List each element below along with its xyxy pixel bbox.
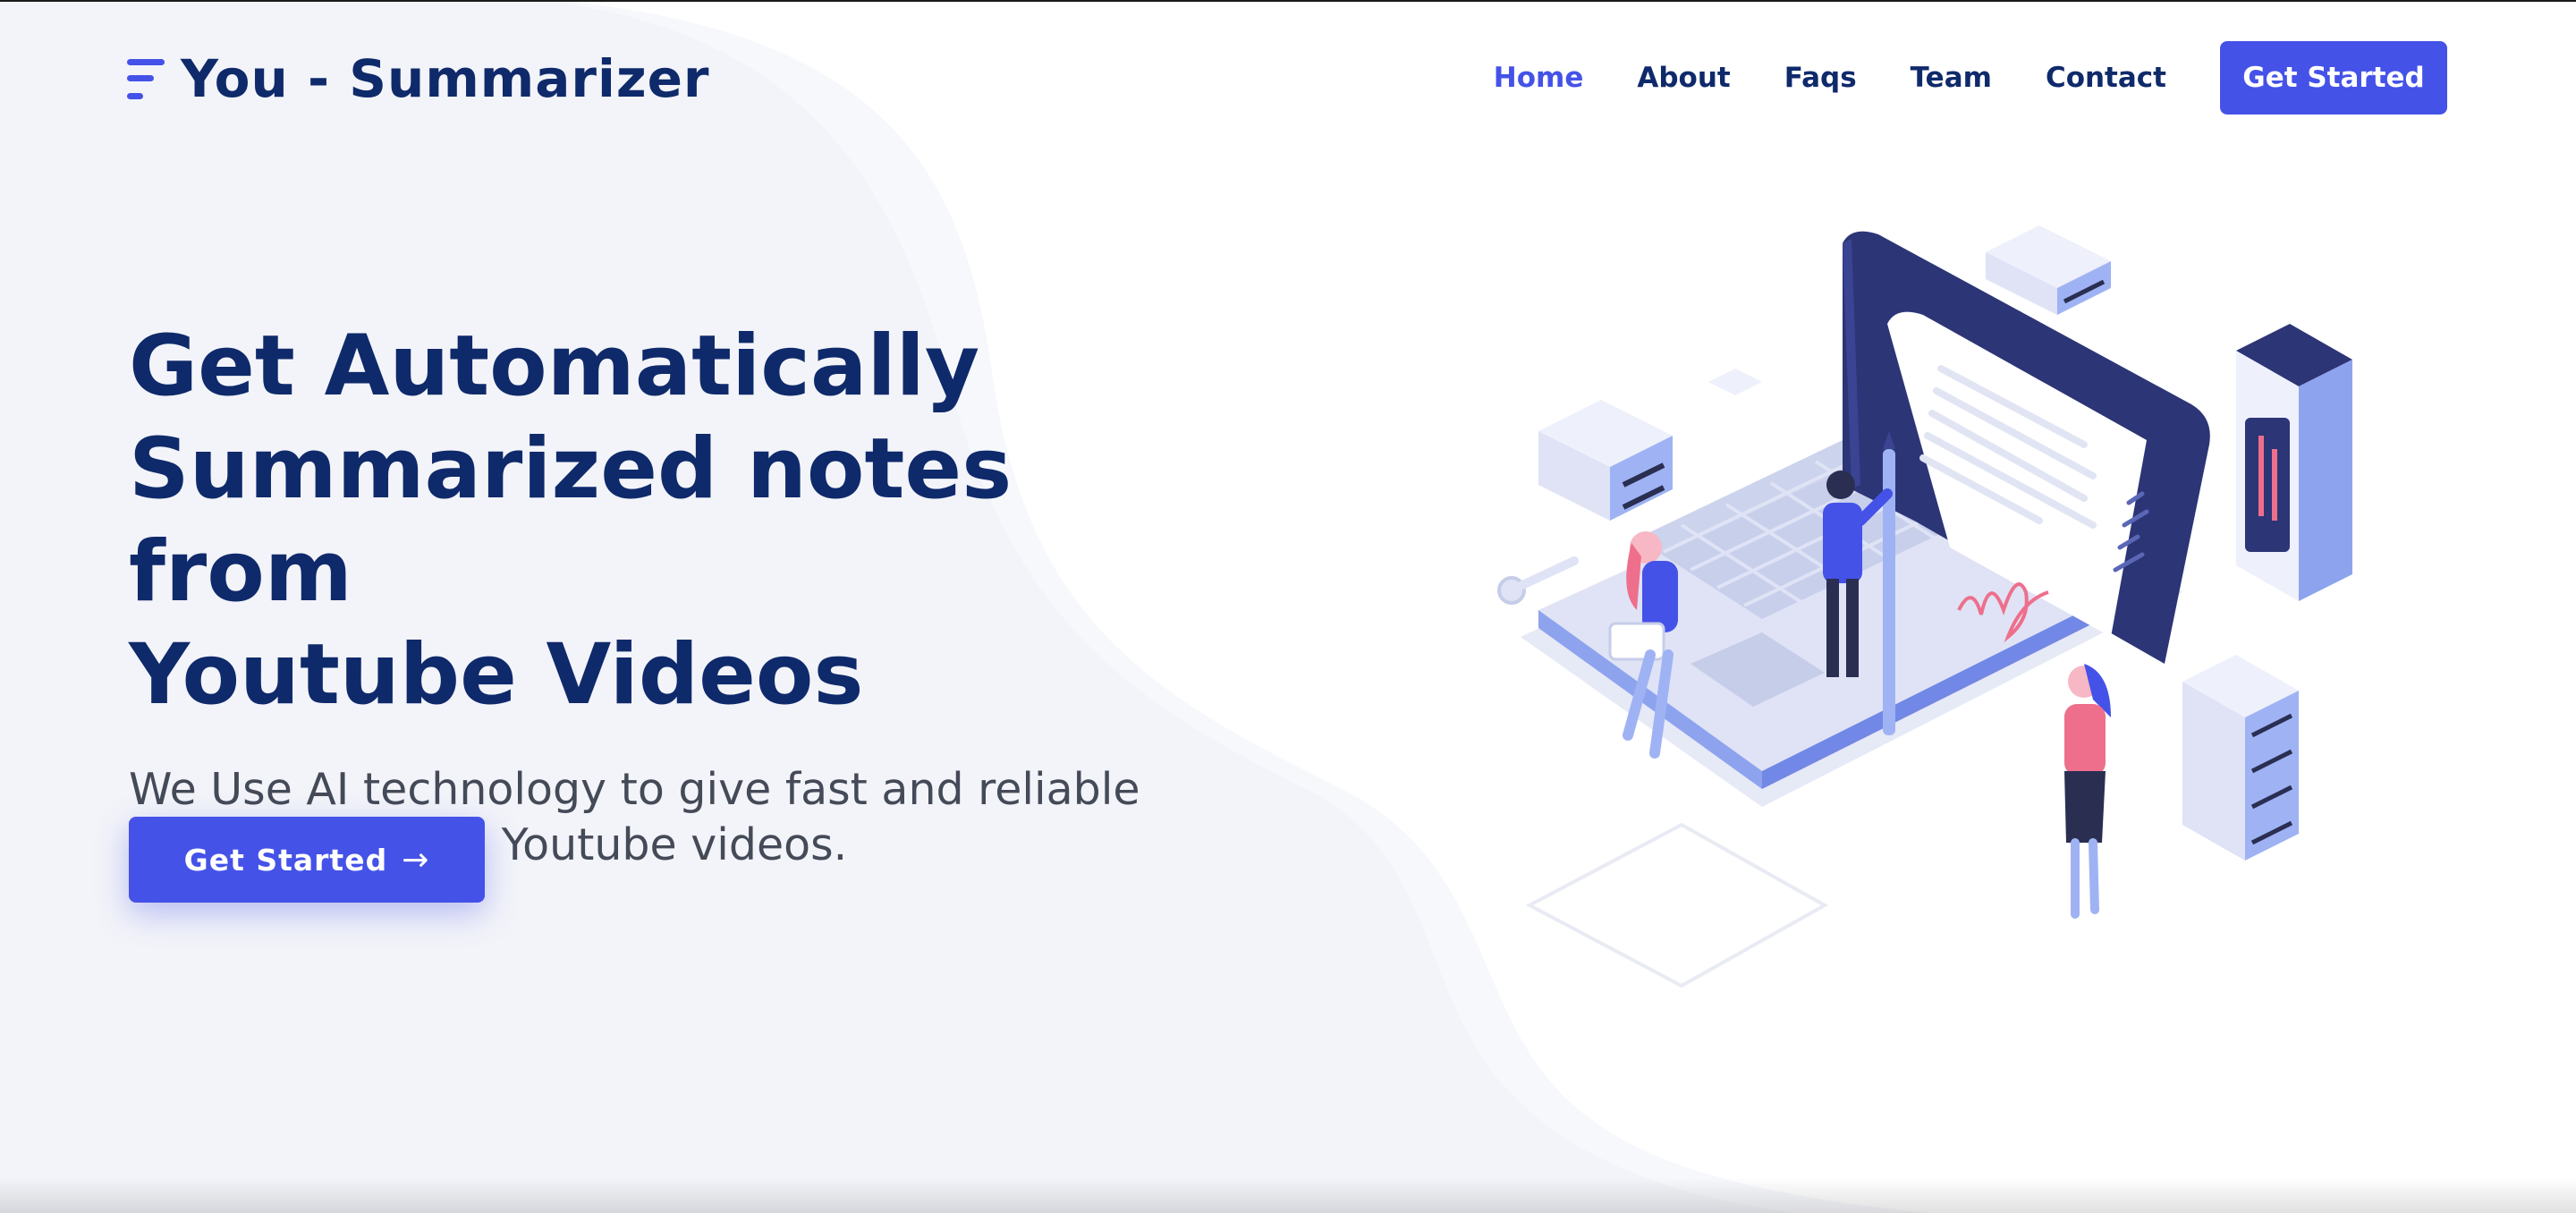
hero-subtitle-line: We Use AI technology to give fast and re… (129, 764, 1140, 815)
main-nav: Home About Faqs Team Contact Get Started (1440, 41, 2447, 115)
hero-illustration (1497, 225, 2352, 988)
hero-title: Get Automatically Summarized notes from … (129, 315, 1202, 726)
arrow-right-icon: → (402, 841, 430, 878)
site-header: You - Summarizer Home About Faqs Team Co… (0, 2, 2576, 154)
nav-team-link[interactable]: Team (1911, 62, 1992, 94)
server-tower (2236, 324, 2352, 601)
hero-title-line: Youtube Videos (129, 626, 864, 724)
floor-tile-outline (1525, 822, 1829, 988)
server-stack-right (2182, 655, 2299, 861)
nav-faqs-link[interactable]: Faqs (1784, 62, 1857, 94)
hero-section: Get Automatically Summarized notes from … (129, 315, 1202, 903)
hero-title-line: Get Automatically (129, 318, 980, 415)
landing-page: You - Summarizer Home About Faqs Team Co… (0, 0, 2576, 1213)
hero-cta-label: Get Started (183, 842, 388, 878)
hero-title-line: Summarized notes from (129, 420, 1013, 621)
server-stack-left (1538, 400, 1673, 521)
menu-lines-icon (127, 52, 168, 106)
brand-name: You - Summarizer (181, 48, 710, 109)
key-icon (1497, 556, 1579, 605)
pen-prop (1883, 431, 1895, 735)
bottom-shadow (0, 1177, 2576, 1213)
header-get-started-button[interactable]: Get Started (2220, 41, 2447, 115)
nav-home-link[interactable]: Home (1494, 62, 1584, 94)
nav-contact-link[interactable]: Contact (2046, 62, 2166, 94)
floating-tile (1708, 369, 1762, 395)
logo[interactable]: You - Summarizer (127, 48, 710, 109)
server-top (1986, 225, 2111, 315)
hero-get-started-button[interactable]: Get Started → (129, 817, 485, 903)
person-woman-standing (2064, 664, 2111, 919)
nav-about-link[interactable]: About (1637, 62, 1730, 94)
